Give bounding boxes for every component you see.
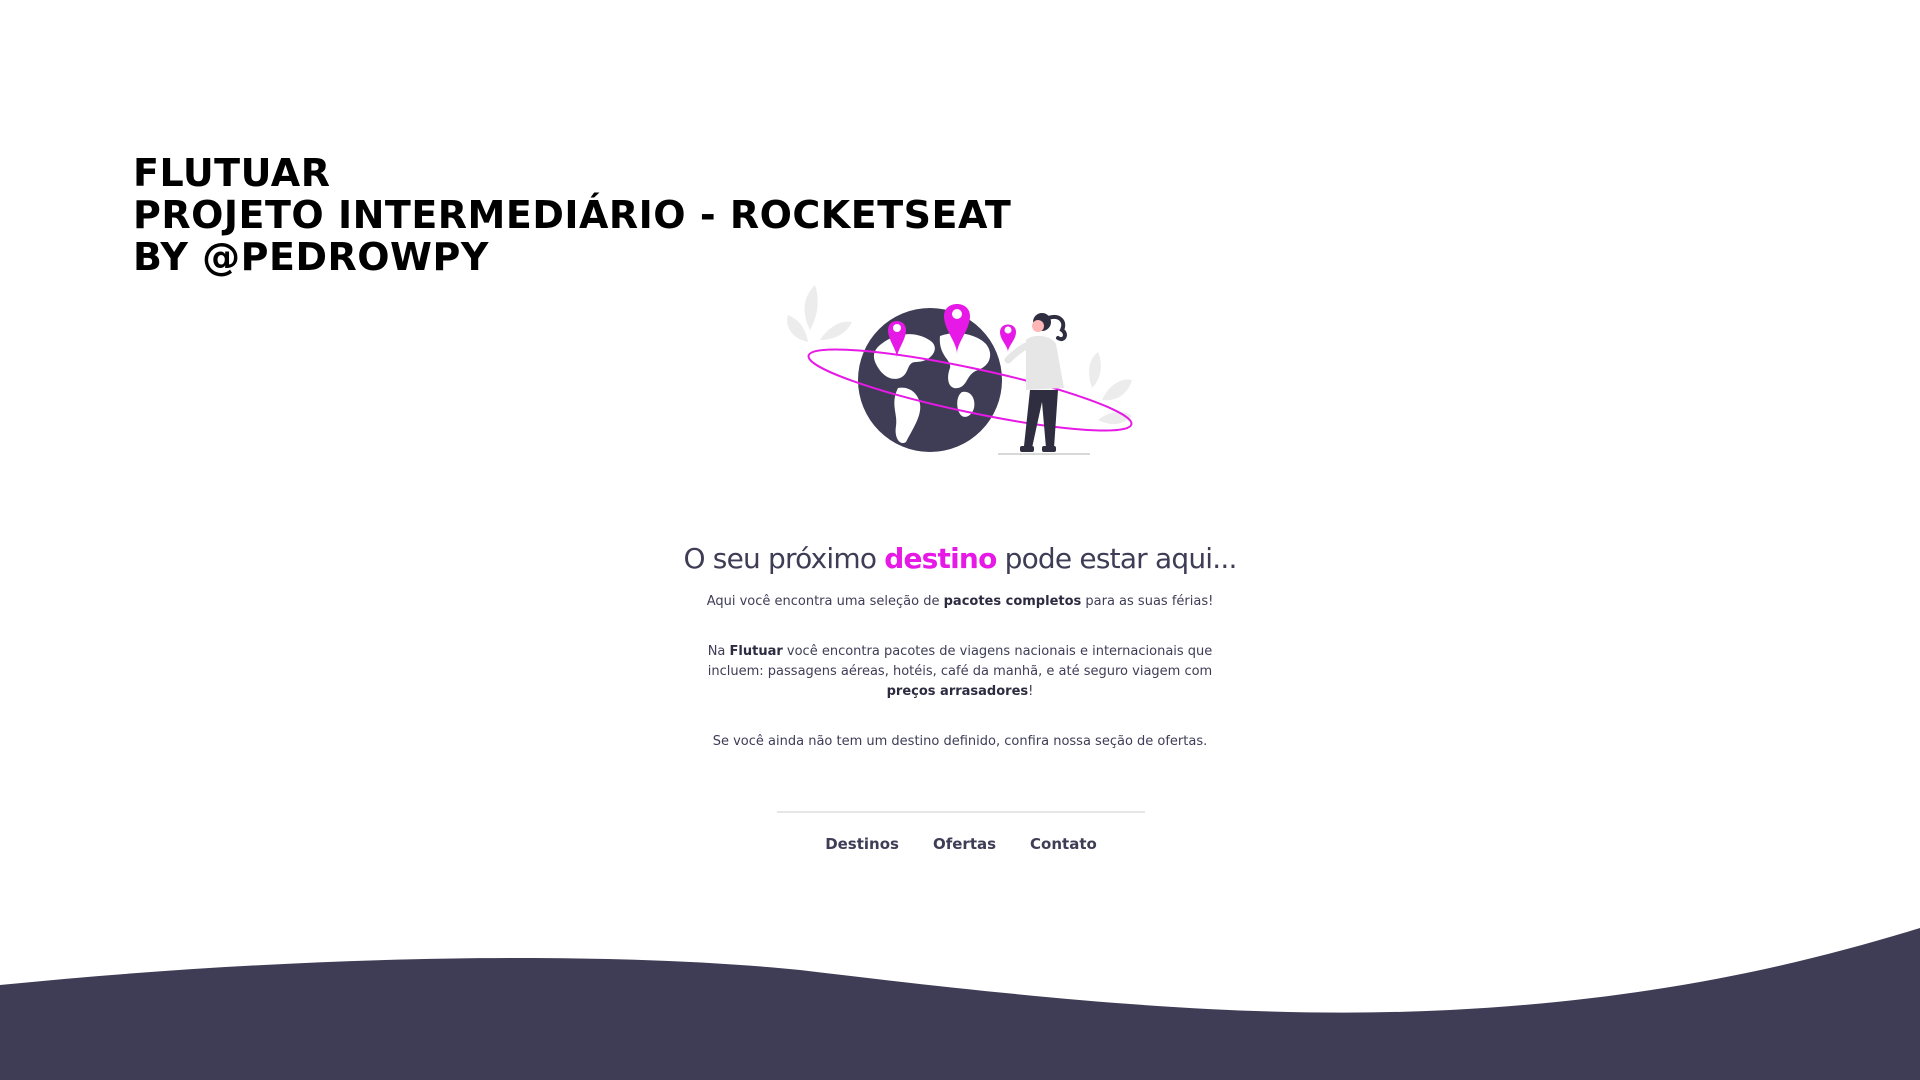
- nav-link-destinos[interactable]: Destinos: [825, 835, 899, 853]
- p1-text-start: Aqui você encontra uma seleção de: [706, 594, 944, 609]
- nav-link-ofertas[interactable]: Ofertas: [933, 835, 996, 853]
- footer-nav: Destinos Ofertas Contato: [777, 835, 1145, 853]
- nav-divider: [777, 811, 1145, 813]
- offers-paragraph: Se você ainda não tem um destino definid…: [712, 734, 1208, 749]
- hero-content: O seu próximo destino pode estar aqui...…: [660, 536, 1260, 752]
- traveler-globe-illustration: [787, 285, 1133, 455]
- p1-bold: pacotes completos: [943, 594, 1082, 609]
- headline-text-start: O seu próximo: [683, 542, 885, 575]
- p2-text-start: Na: [707, 644, 730, 659]
- hero-headline: O seu próximo destino pode estar aqui...: [660, 536, 1260, 582]
- headline-text-end: pode estar aqui...: [996, 542, 1238, 575]
- p2-text-middle: você encontra pacotes de viagens naciona…: [707, 644, 1213, 679]
- p2-bold-prices: preços arrasadores: [886, 684, 1029, 699]
- globe-icon: [858, 308, 1002, 452]
- headline-accent-word: destino: [884, 542, 997, 575]
- title-line-app-name: FLUTUAR: [133, 151, 331, 195]
- p2-text-end: !: [1028, 684, 1034, 699]
- p2-brand: Flutuar: [729, 644, 783, 659]
- page-title: FLUTUAR PROJETO INTERMEDIÁRIO - ROCKETSE…: [133, 152, 1011, 278]
- bottom-wave: [0, 928, 1920, 1080]
- intro-paragraph: Aqui você encontra uma seleção de pacote…: [700, 592, 1220, 612]
- page: FLUTUAR PROJETO INTERMEDIÁRIO - ROCKETSE…: [0, 0, 1920, 1080]
- about-paragraph: Na Flutuar você encontra pacotes de viag…: [700, 642, 1220, 702]
- title-line-project: PROJETO INTERMEDIÁRIO - ROCKETSEAT: [133, 193, 1012, 237]
- nav-link-contato[interactable]: Contato: [1030, 835, 1097, 853]
- p1-text-end: para as suas férias!: [1081, 594, 1214, 609]
